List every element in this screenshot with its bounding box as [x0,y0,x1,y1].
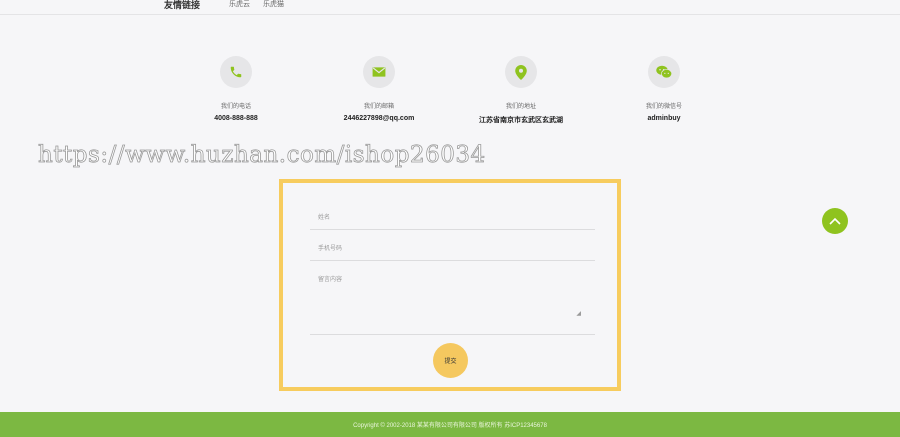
submit-button[interactable]: 提交 [433,343,468,378]
friend-links-title: 友情链接 [164,0,201,10]
contact-address-label: 我们的地址 [505,104,536,110]
location-pin-icon [505,56,537,88]
phone-field[interactable]: 手机号码 [310,230,595,261]
watermark-url: https://www.huzhan.com/ishop26034 [38,142,486,169]
contact-phone-label: 我们的电话 [220,104,251,110]
message-textarea[interactable]: 留言内容 [310,261,595,335]
wechat-icon [648,56,680,88]
contact-email-label: 我们的邮箱 [363,104,394,110]
contact-wechat-label: 我们的微信号 [645,104,682,110]
mail-icon [363,56,395,88]
contact-phone-value: 4008-888-888 [214,115,258,122]
contact-address: 我们的地址 江苏省南京市玄武区玄武湖 [461,56,581,125]
name-field[interactable]: 姓名 [310,199,595,230]
friend-link-2[interactable]: 乐虎猫 [263,0,284,9]
contact-email: 我们的邮箱 2446227898@qq.com [319,56,439,122]
phone-placeholder: 手机号码 [318,246,343,252]
name-placeholder: 姓名 [318,215,331,221]
contact-email-value: 2446227898@qq.com [343,115,415,122]
submit-label: 提交 [444,359,457,365]
chevron-up-icon [829,217,841,225]
back-to-top-button[interactable] [822,208,848,234]
contact-address-value: 江苏省南京市玄武区玄武湖 [479,117,563,124]
friend-link-1[interactable]: 乐虎云 [229,0,250,9]
contact-wechat: 我们的微信号 adminbuy [604,56,724,122]
contact-wechat-value: adminbuy [647,115,681,122]
phone-icon [220,56,252,88]
footer-copyright: Copyright © 2002-2018 某某有限公司有限公司 版权所有 苏I… [353,423,547,429]
resize-grip-icon[interactable]: ◢ [576,310,581,317]
friend-links-bar: 友情链接 乐虎云 乐虎猫 [0,0,900,15]
contact-phone: 我们的电话 4008-888-888 [176,56,296,122]
message-placeholder: 留言内容 [318,277,343,283]
footer: Copyright © 2002-2018 某某有限公司有限公司 版权所有 苏I… [0,412,900,437]
message-form: 姓名 手机号码 留言内容 ◢ 提交 [279,179,621,391]
